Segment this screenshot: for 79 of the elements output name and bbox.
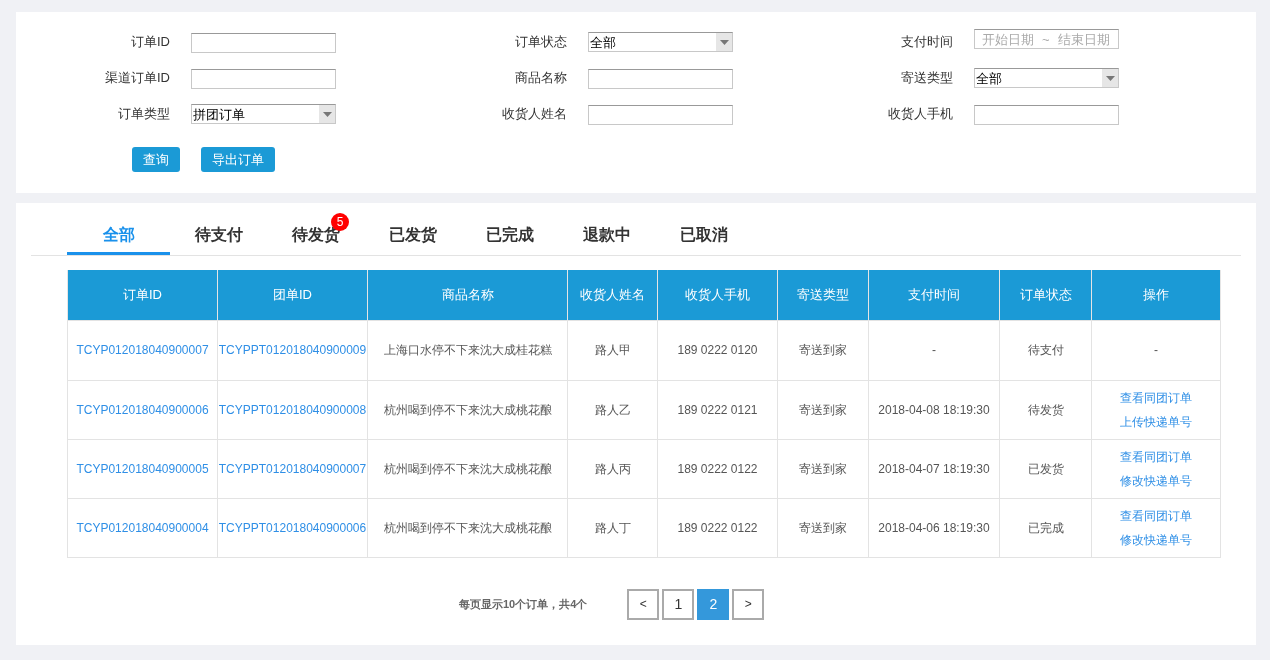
table-cell: 2018-04-07 18:19:30 <box>868 439 1000 498</box>
table-cell: 路人甲 <box>567 320 658 380</box>
table-cell: 寄送到家 <box>777 498 869 557</box>
page-summary: 每页显示10个订单，共4个 <box>459 596 588 612</box>
action-link[interactable]: 修改快递单号 <box>1120 471 1192 490</box>
table-cell: 待支付 <box>999 320 1092 380</box>
table-cell: 路人乙 <box>567 380 658 439</box>
column-header: 支付时间 <box>868 270 1000 320</box>
action-link[interactable]: 上传快递单号 <box>1120 412 1192 431</box>
order-link[interactable]: TCYP012018040900004 <box>67 498 218 557</box>
table-cell: 189 0222 0122 <box>657 498 778 557</box>
table-cell: 路人丁 <box>567 498 658 557</box>
order-link[interactable]: TCYP012018040900006 <box>67 380 218 439</box>
column-header: 商品名称 <box>367 270 568 320</box>
previous-page-button[interactable]: < <box>627 588 660 620</box>
table-cell: 杭州喝到停不下来沈大成桃花酿 <box>367 439 568 498</box>
action-link[interactable]: 查看同团订单 <box>1120 447 1192 466</box>
table-cell: 已完成 <box>999 498 1092 557</box>
column-header: 收货人姓名 <box>567 270 658 320</box>
field-label: 收货人姓名 <box>501 105 567 124</box>
order-link[interactable]: TCYP012018040900005 <box>67 439 218 498</box>
table-cell: 2018-04-06 18:19:30 <box>868 498 1000 557</box>
column-header: 收货人手机 <box>657 270 778 320</box>
action-link[interactable]: 修改快递单号 <box>1120 530 1192 549</box>
date-range-field[interactable]: 开始日期 ~ 结束日期 <box>974 29 1119 49</box>
input-field[interactable] <box>191 68 336 89</box>
action-link[interactable]: 查看同团订单 <box>1120 388 1192 407</box>
table-cell: 上海口水停不下来沈大成桂花糕 <box>367 320 568 380</box>
table-cell: 寄送到家 <box>777 320 869 380</box>
field-label: 订单ID <box>130 33 170 52</box>
field-label: 收货人手机 <box>887 105 953 124</box>
select-field[interactable]: 拼团订单 <box>191 104 336 124</box>
page-button[interactable]: 2 <box>697 588 730 620</box>
table-cell: 待发货 <box>999 380 1092 439</box>
table-cell: 杭州喝到停不下来沈大成桃花酿 <box>367 498 568 557</box>
table-cell: 2018-04-08 18:19:30 <box>868 380 1000 439</box>
order-link[interactable]: TCYPPT012018040900007 <box>217 439 368 498</box>
field-label: 订单类型 <box>117 105 170 124</box>
order-link[interactable]: TCYPPT012018040900008 <box>217 380 368 439</box>
column-header: 订单状态 <box>999 270 1092 320</box>
select-field[interactable]: 全部 <box>974 68 1119 88</box>
field-label: 订单状态 <box>514 33 567 52</box>
tab[interactable]: 全部 <box>67 213 170 255</box>
table-cell-text: - <box>1154 342 1158 359</box>
input-field[interactable] <box>974 104 1119 125</box>
tab[interactable]: 待支付 <box>170 213 267 255</box>
table-cell: 寄送到家 <box>777 439 869 498</box>
table-cell: 189 0222 0122 <box>657 439 778 498</box>
table-cell: 已发货 <box>999 439 1092 498</box>
field-label: 支付时间 <box>900 33 953 52</box>
export-button[interactable]: 导出订单 <box>201 147 275 172</box>
next-page-button[interactable]: > <box>732 588 765 620</box>
tab[interactable]: 已完成 <box>461 213 558 255</box>
table-cell: 路人丙 <box>567 439 658 498</box>
column-header: 团单ID <box>217 270 368 320</box>
tab[interactable]: 已取消 <box>655 213 752 255</box>
search-button[interactable]: 查询 <box>132 147 180 172</box>
tab[interactable]: 退款中 <box>558 213 655 255</box>
table-cell: 189 0222 0120 <box>657 320 778 380</box>
input-field[interactable] <box>191 32 336 53</box>
field-label: 寄送类型 <box>900 69 953 88</box>
select-field[interactable]: 全部 <box>588 32 733 52</box>
order-link[interactable]: TCYP012018040900007 <box>67 320 218 380</box>
field-label: 渠道订单ID <box>104 69 170 88</box>
tab[interactable]: 已发货 <box>364 213 461 255</box>
input-field[interactable] <box>588 104 733 125</box>
column-header: 操作 <box>1091 270 1221 320</box>
table-cell: 189 0222 0121 <box>657 380 778 439</box>
table-cell: - <box>868 320 1000 380</box>
order-link[interactable]: TCYPPT012018040900009 <box>217 320 368 380</box>
field-label: 商品名称 <box>514 69 567 88</box>
order-link[interactable]: TCYPPT012018040900006 <box>217 498 368 557</box>
input-field[interactable] <box>588 68 733 89</box>
column-header: 订单ID <box>67 270 218 320</box>
page-button[interactable]: 1 <box>662 588 695 620</box>
table-cell: 寄送到家 <box>777 380 869 439</box>
table-cell: 杭州喝到停不下来沈大成桃花酿 <box>367 380 568 439</box>
action-link[interactable]: 查看同团订单 <box>1120 506 1192 525</box>
column-header: 寄送类型 <box>777 270 869 320</box>
